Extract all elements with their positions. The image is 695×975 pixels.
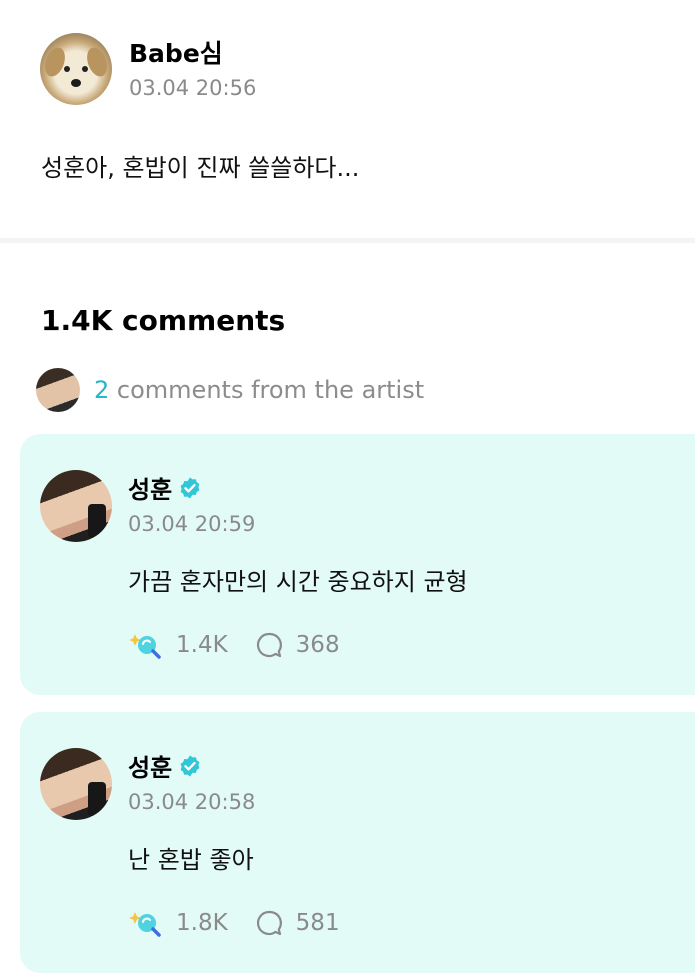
reply-bubble-icon[interactable] [254,908,284,938]
verified-badge-icon [180,477,200,498]
comment-author-name: 성훈 [128,754,173,782]
reply-count: 581 [295,910,340,936]
reply-bubble-icon[interactable] [254,630,284,660]
post-author-avatar[interactable] [40,33,112,105]
comments-count-heading: 1.4K comments [41,304,286,337]
like-count: 1.4K [176,632,228,658]
section-divider [0,238,695,243]
avatar-dog-ear-right [83,44,111,80]
avatar-dog-eye-right [82,66,88,72]
comment-stats: 1.4K 368 [128,630,340,660]
avatar-dog-ear-left [41,44,69,80]
post-text: 성훈아, 혼밥이 진짜 쓸쓸하다... [41,154,360,182]
artist-comment-count: 2 [94,376,110,404]
artist-comments-label: 2 comments from the artist [94,376,424,404]
like-count: 1.8K [176,910,228,936]
like-sparkle-icon[interactable] [128,630,162,660]
avatar-phone [88,782,106,816]
comment-card[interactable]: 성훈 03.04 20:58 난 혼밥 좋아 1.8K 581 [20,712,695,973]
verified-badge-icon [180,755,200,776]
artist-comments-filter[interactable]: 2 comments from the artist [36,367,424,413]
avatar-dog-nose [71,79,81,87]
comment-text: 가끔 혼자만의 시간 중요하지 균형 [128,568,468,596]
comment-text: 난 혼밥 좋아 [128,846,254,874]
comment-author-avatar[interactable] [40,748,112,820]
avatar-phone [88,504,106,538]
post-timestamp: 03.04 20:56 [129,76,257,100]
comment-timestamp: 03.04 20:58 [128,790,256,814]
artist-avatar [36,368,80,412]
post-author-name[interactable]: Babe심 [129,34,223,70]
comment-stats: 1.8K 581 [128,908,340,938]
avatar-dog-eye-left [64,66,70,72]
reply-count: 368 [295,632,340,658]
artist-comments-text: comments from the artist [116,376,425,404]
comment-author[interactable]: 성훈 [128,470,202,505]
comment-author[interactable]: 성훈 [128,748,202,783]
comment-timestamp: 03.04 20:59 [128,512,256,536]
like-sparkle-icon[interactable] [128,908,162,938]
comment-card[interactable]: 성훈 03.04 20:59 가끔 혼자만의 시간 중요하지 균형 1.4K 3… [20,434,695,695]
comment-author-name: 성훈 [128,476,173,504]
comment-author-avatar[interactable] [40,470,112,542]
